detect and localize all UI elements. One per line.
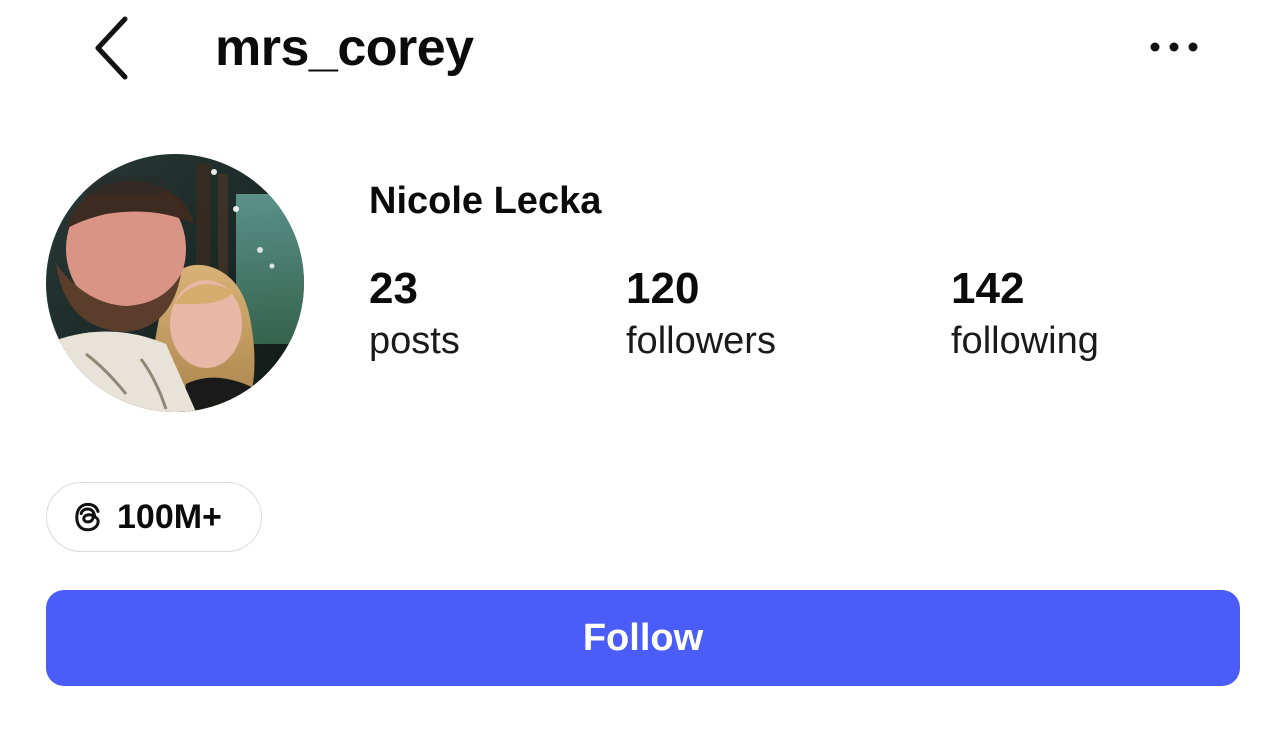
following-count: 142 [951,264,1025,313]
posts-count: 23 [369,264,418,313]
profile-username: mrs_corey [215,19,474,77]
follow-button[interactable]: Follow [46,590,1240,686]
stat-following[interactable]: 142 following [951,262,1099,366]
threads-icon [71,500,105,534]
stat-followers[interactable]: 120 followers [626,262,776,366]
more-options-button[interactable] [1140,22,1208,72]
threads-badge[interactable]: 100M+ [46,482,262,552]
back-button[interactable] [82,12,142,84]
threads-count: 100M+ [117,498,222,536]
more-horizontal-icon [1150,42,1198,52]
stat-posts[interactable]: 23 posts [369,262,460,366]
posts-label: posts [369,320,460,362]
chevron-left-icon [95,16,128,80]
profile-header: mrs_corey [0,0,1286,100]
followers-count: 120 [626,264,700,313]
following-label: following [951,320,1099,362]
display-name: Nicole Lecka [369,180,602,222]
followers-label: followers [626,320,776,362]
profile-photo [46,154,304,412]
avatar[interactable] [46,154,304,412]
